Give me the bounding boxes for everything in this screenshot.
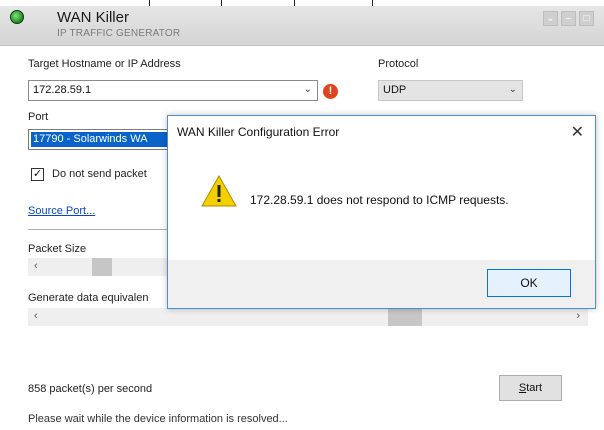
warning-icon [201, 174, 237, 207]
chevron-down-icon[interactable]: ⌄ [509, 84, 517, 95]
status-text: Please wait while the device information… [28, 413, 288, 425]
source-port-link[interactable]: Source Port... [28, 205, 95, 217]
chevron-down-icon[interactable]: ⌄ [304, 84, 312, 95]
port-value: 17790 - Solarwinds WA [31, 132, 173, 147]
target-host-combobox[interactable]: 172.28.59.1 ⌄ [28, 80, 318, 101]
title-bar: WAN Killer IP TRAFFIC GENERATOR ⌄ – □ [0, 6, 604, 46]
packet-size-slider[interactable]: ‹ [28, 258, 170, 276]
data-rate-slider-thumb[interactable] [388, 308, 422, 326]
do-not-send-checkbox[interactable]: ✓ [31, 168, 44, 181]
port-combobox[interactable]: 17790 - Solarwinds WA [28, 129, 174, 150]
generate-label: Generate data equivalen [28, 292, 149, 304]
divider [28, 229, 170, 230]
chevron-right-icon[interactable]: › [576, 310, 580, 322]
app-logo-icon [10, 10, 24, 24]
app-title: WAN Killer [57, 9, 129, 26]
packet-size-label: Packet Size [28, 243, 87, 255]
close-icon[interactable]: ✕ [571, 122, 584, 142]
port-label: Port [28, 111, 49, 123]
protocol-value: UDP [383, 84, 407, 96]
start-button-label: tart [526, 382, 543, 394]
close-icon[interactable]: □ [579, 11, 594, 26]
error-icon: ! [323, 84, 338, 99]
error-dialog: WAN Killer Configuration Error ✕ 172.28.… [167, 115, 596, 309]
packet-size-slider-thumb[interactable] [92, 258, 112, 276]
dialog-footer: OK [168, 260, 595, 308]
dialog-message: 172.28.59.1 does not respond to ICMP req… [250, 193, 509, 207]
start-button[interactable]: Start [499, 375, 562, 401]
ok-button[interactable]: OK [487, 269, 571, 297]
chevron-down-icon[interactable]: ⌄ [543, 11, 558, 26]
protocol-label: Protocol [378, 58, 419, 70]
app-subtitle: IP TRAFFIC GENERATOR [57, 28, 181, 39]
target-host-value: 172.28.59.1 [33, 84, 92, 96]
protocol-select[interactable]: UDP ⌄ [378, 80, 523, 101]
target-label: Target Hostname or IP Address [28, 58, 181, 70]
chevron-left-icon[interactable]: ‹ [34, 310, 38, 322]
chevron-left-icon[interactable]: ‹ [34, 260, 38, 272]
dialog-title: WAN Killer Configuration Error [177, 125, 340, 139]
data-rate-slider[interactable]: ‹ › [28, 308, 588, 326]
packets-per-second: 858 packet(s) per second [28, 383, 153, 395]
checkbox-label: Do not send packet [52, 168, 147, 180]
minimize-icon[interactable]: – [561, 11, 576, 26]
